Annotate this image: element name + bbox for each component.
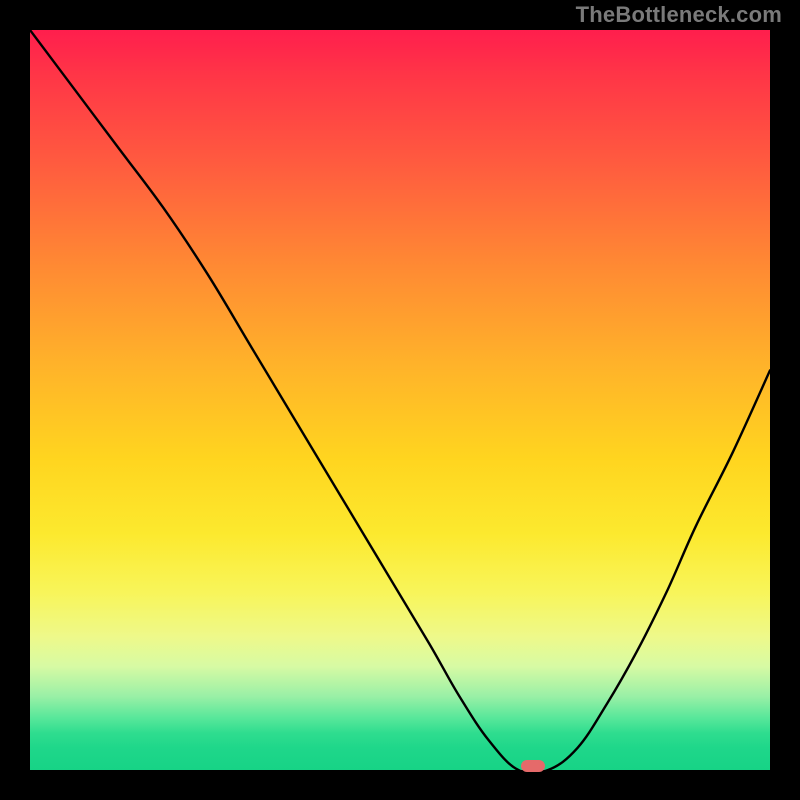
chart-container: TheBottleneck.com	[0, 0, 800, 800]
optimal-point-marker	[521, 760, 545, 772]
curve-path	[30, 30, 770, 770]
plot-area	[30, 30, 770, 770]
bottleneck-curve	[30, 30, 770, 770]
watermark-text: TheBottleneck.com	[576, 2, 782, 28]
